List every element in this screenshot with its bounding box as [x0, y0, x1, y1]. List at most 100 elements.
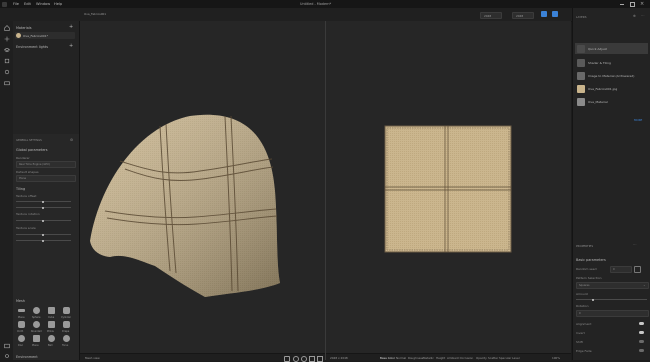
invert-toggle[interactable]: [639, 331, 644, 334]
viewport-3d[interactable]: Mesh view: [80, 21, 325, 362]
global-params-header[interactable]: Global parameters: [16, 148, 48, 152]
plane-shape-2[interactable]: [33, 335, 40, 342]
channel-normal[interactable]: Normal: [396, 356, 406, 360]
random-seed-shuffle-icon[interactable]: [634, 266, 641, 273]
layers-icon[interactable]: [3, 46, 10, 53]
pillow-shape[interactable]: [48, 321, 55, 328]
resolution-select-2[interactable]: 2048: [512, 12, 534, 19]
texture-rotation-slider[interactable]: [16, 219, 71, 222]
pattern-select[interactable]: Squares ⌄: [576, 282, 649, 289]
layer-row-4[interactable]: Ova_Fabrics001.jpg: [575, 83, 648, 94]
amount-slider[interactable]: [576, 298, 647, 301]
rotation-label: Rotation: [576, 304, 589, 308]
close-button[interactable]: ×: [640, 1, 644, 7]
drape-shape[interactable]: [63, 321, 70, 328]
channel-roughness[interactable]: Roughness: [408, 356, 423, 360]
layer-menu-icon[interactable]: ⋯: [641, 14, 645, 18]
slider-knob[interactable]: [42, 239, 44, 242]
menu-edit[interactable]: Edit: [24, 2, 31, 6]
minimize-button[interactable]: [620, 4, 624, 5]
settings-icon[interactable]: [3, 352, 10, 359]
layers-header: LAYERS: [576, 15, 587, 19]
cylinder-shape[interactable]: [63, 307, 70, 314]
crop-icon[interactable]: [3, 57, 10, 64]
section-menu-icon[interactable]: ⚙: [70, 138, 73, 142]
home-icon[interactable]: [3, 24, 10, 31]
light-icon[interactable]: [3, 68, 10, 75]
layer-row-3[interactable]: Image to Material (AI Powered): [575, 70, 648, 81]
slider-knob[interactable]: [42, 233, 44, 236]
channel-specular-level[interactable]: Specular Level: [499, 356, 520, 360]
default-shape-select[interactable]: Plane: [16, 175, 76, 182]
section-title: GENERAL SETTINGS: [16, 139, 42, 142]
channel-metallic[interactable]: Metallic: [423, 356, 434, 360]
channel-ambient-occlusion[interactable]: Ambient Occlusion: [447, 356, 473, 360]
zoom-icon[interactable]: [301, 355, 307, 362]
sphere-shape[interactable]: [33, 307, 40, 314]
layer-row-5[interactable]: Ova_Material: [575, 96, 648, 107]
environment-lights-header[interactable]: Environment lights: [16, 45, 48, 49]
layer-row-2[interactable]: Shader & Tiling: [575, 57, 648, 68]
channel-base-color[interactable]: Base Color: [380, 356, 395, 360]
random-seed-input[interactable]: 0: [610, 266, 632, 273]
display-icon[interactable]: [3, 342, 10, 349]
fit-view-icon[interactable]: [309, 355, 315, 362]
texture-offset-slider-2[interactable]: [16, 206, 71, 209]
slider-knob[interactable]: [42, 206, 44, 209]
orbit-icon[interactable]: [293, 355, 299, 362]
slider-knob[interactable]: [592, 298, 594, 301]
menu-bar: File Edit Window Help Untitled - Modern*…: [0, 0, 650, 8]
resolution-select-1[interactable]: 2048: [480, 12, 502, 19]
shift-toggle[interactable]: [639, 340, 644, 343]
slider-knob[interactable]: [42, 219, 44, 222]
alignment-toggle[interactable]: [639, 322, 644, 325]
zoom-level: 100%: [552, 356, 560, 360]
add-layer-icon[interactable]: ⊕: [633, 14, 636, 18]
channel-height[interactable]: Height: [436, 356, 445, 360]
cube-shape[interactable]: [48, 307, 55, 314]
slider-knob[interactable]: [42, 200, 44, 203]
rounded-shape[interactable]: [33, 321, 40, 328]
add-light-icon[interactable]: +: [69, 43, 73, 49]
menu-help[interactable]: Help: [54, 2, 62, 6]
properties-menu-icon[interactable]: ⋯: [633, 243, 637, 247]
basic-params-header[interactable]: Basic parameters: [576, 258, 606, 262]
menu-window[interactable]: Window: [36, 2, 50, 6]
disc-shape[interactable]: [18, 335, 25, 342]
channel-opacity[interactable]: Opacity: [476, 356, 487, 360]
view-2d-button[interactable]: [541, 11, 547, 17]
mesh-header[interactable]: Mesh: [16, 299, 25, 303]
shape-grid: Plane Sphere Cube Cylinder Cloth Rounded…: [16, 306, 76, 354]
transform-icon[interactable]: [3, 35, 10, 42]
more-view-icon[interactable]: [317, 355, 323, 362]
viewport-2d[interactable]: 2048 x 2048 Base Color Normal Roughness …: [326, 21, 571, 361]
add-material-icon[interactable]: +: [69, 24, 73, 30]
ball-shape[interactable]: [48, 335, 55, 342]
view-3d-button[interactable]: [552, 11, 558, 17]
environment-header[interactable]: Environment: [16, 355, 38, 359]
channel-scatter[interactable]: Scatter: [488, 356, 498, 360]
torus-shape[interactable]: [63, 335, 70, 342]
texture-scale-slider-2[interactable]: [16, 239, 71, 242]
left-panel: Materials + Ova_Fabrics001* Environment …: [13, 21, 80, 360]
layer-row-1[interactable]: Quick Adjust: [575, 43, 648, 54]
edge-fade-toggle[interactable]: [639, 349, 644, 352]
camera-view-icon[interactable]: [284, 355, 290, 362]
cloth-shape[interactable]: [18, 321, 25, 328]
materials-header[interactable]: Materials: [16, 26, 32, 30]
plane-shape[interactable]: [18, 309, 25, 312]
more-link[interactable]: MORE: [634, 118, 642, 122]
maximize-button[interactable]: [630, 2, 635, 7]
texture-scale-slider[interactable]: [16, 233, 71, 236]
rotation-input[interactable]: 0: [576, 310, 649, 317]
renderer-select[interactable]: Real Time Engine (GPU): [16, 161, 76, 168]
draped-cloth-render: [90, 114, 280, 297]
tiling-header[interactable]: Tiling: [16, 187, 25, 191]
texture-offset-slider[interactable]: [16, 200, 71, 203]
texture-offset-label: Texture offset: [16, 194, 37, 198]
material-item[interactable]: Ova_Fabrics001*: [15, 32, 75, 39]
general-settings-panel: GENERAL SETTINGS ⚙ Global parameters Ren…: [13, 134, 79, 360]
renderer-label: Renderer: [16, 156, 30, 160]
menu-file[interactable]: File: [13, 2, 19, 6]
camera-icon[interactable]: [3, 79, 10, 86]
